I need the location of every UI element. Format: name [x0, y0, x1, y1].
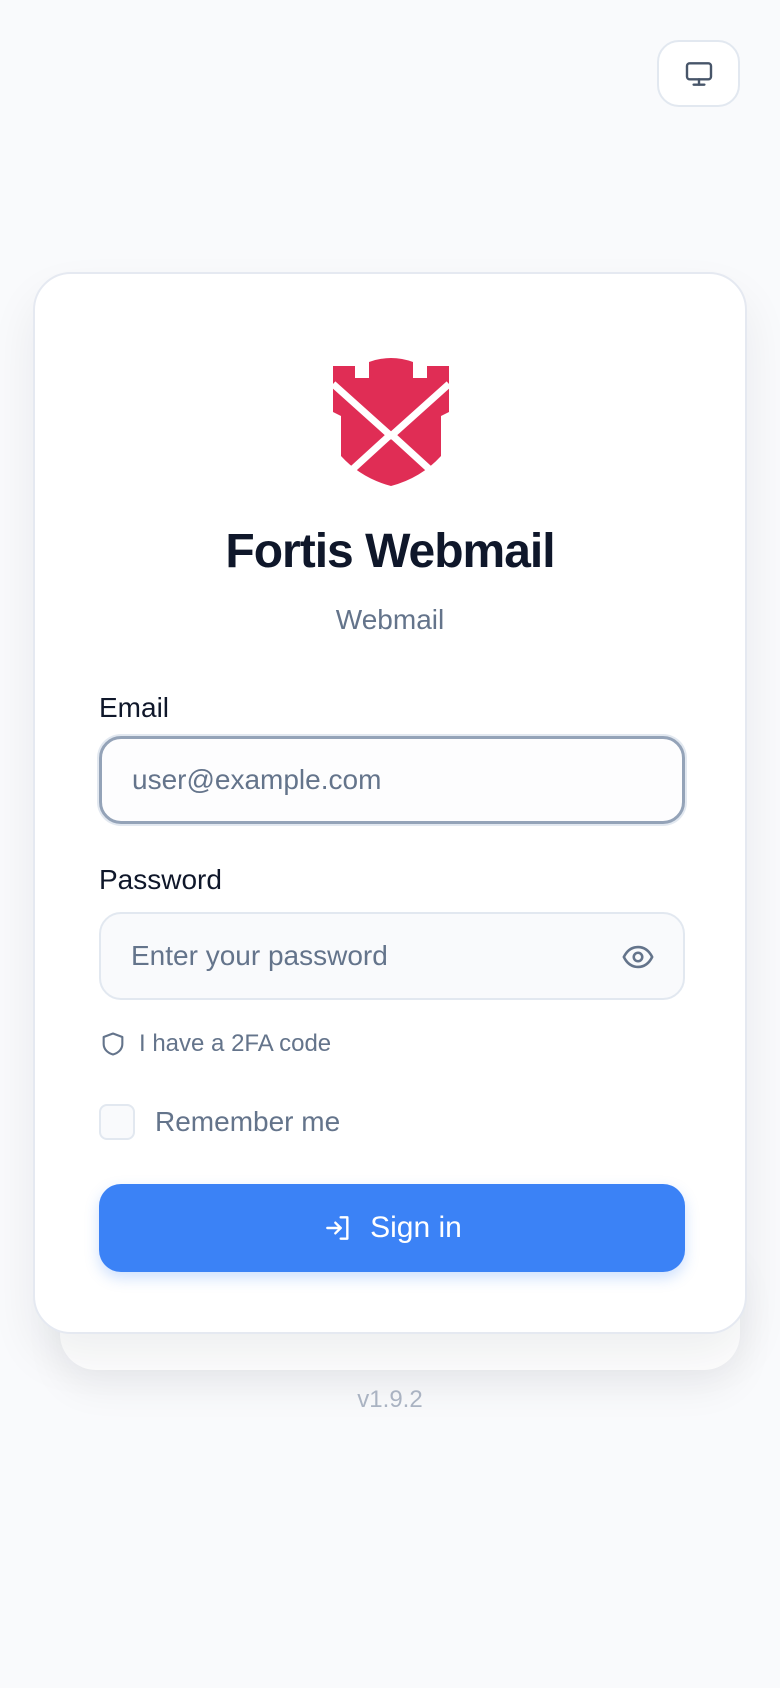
password-label: Password: [99, 864, 222, 895]
twofa-label: I have a 2FA code: [139, 1030, 332, 1057]
remember-me-row[interactable]: Remember me: [99, 1104, 340, 1140]
app-title: Fortis Webmail: [225, 525, 555, 578]
eye-icon: [622, 945, 654, 969]
monitor-icon: [685, 61, 712, 86]
email-input[interactable]: [99, 736, 685, 824]
sign-in-label: Sign in: [370, 1211, 462, 1244]
sign-in-button[interactable]: Sign in: [99, 1184, 685, 1272]
remember-me-checkbox[interactable]: [99, 1104, 135, 1140]
password-input[interactable]: [99, 912, 685, 1000]
toggle-password-visibility-button[interactable]: [615, 934, 661, 980]
twofa-toggle[interactable]: I have a 2FA code: [99, 1030, 331, 1058]
email-label: Email: [99, 692, 170, 723]
tower-envelope-logo: [331, 358, 451, 486]
theme-toggle-button[interactable]: [657, 40, 740, 107]
login-icon: [326, 1216, 349, 1240]
login-card: Fortis Webmail Webmail Email Password I …: [33, 272, 747, 1334]
shield-icon: [102, 1032, 124, 1056]
remember-me-label: Remember me: [155, 1106, 341, 1137]
app-subtitle: Webmail: [335, 604, 445, 635]
version-label: v1.9.2: [357, 1386, 423, 1413]
